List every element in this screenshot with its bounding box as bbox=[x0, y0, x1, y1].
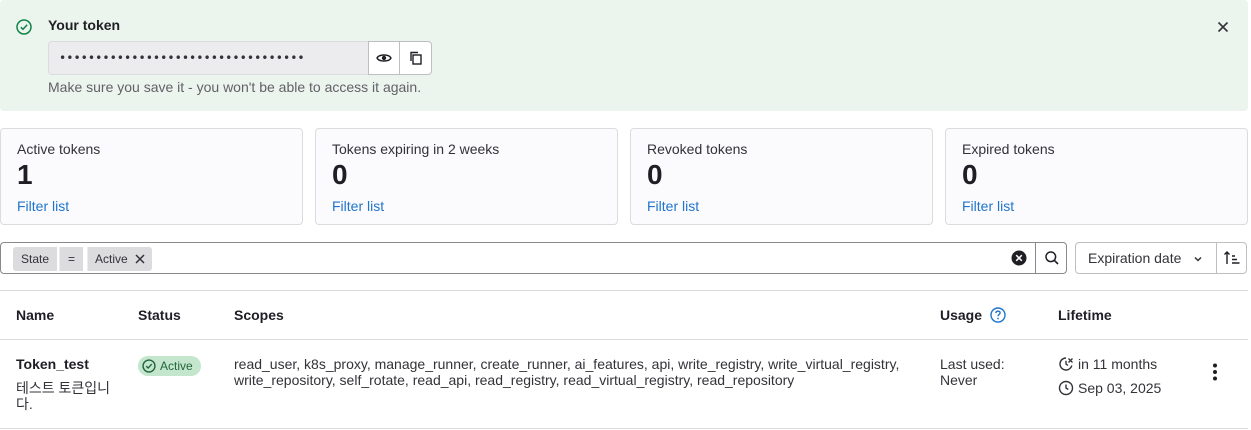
stat-value: 0 bbox=[647, 159, 663, 190]
stat-value: 1 bbox=[17, 159, 33, 190]
status-badge: Active bbox=[138, 356, 201, 376]
token-usage: Last used: Never bbox=[940, 356, 1005, 388]
expires-in-label: in 11 months bbox=[1078, 356, 1158, 372]
sort-direction-button[interactable] bbox=[1216, 242, 1247, 274]
table-top-divider bbox=[0, 290, 1248, 291]
stat-label: Tokens expiring in 2 weeks bbox=[332, 141, 500, 157]
token-description: 테스트 토큰입니다. bbox=[16, 380, 111, 412]
stat-label: Expired tokens bbox=[962, 141, 1055, 157]
stat-value: 0 bbox=[962, 159, 978, 190]
token-created-alert: Your token •••••••••••••••••••••••••••••… bbox=[0, 0, 1248, 111]
search-button[interactable] bbox=[1035, 242, 1068, 274]
clock-icon bbox=[1058, 380, 1074, 396]
sort-dropdown[interactable]: Expiration date bbox=[1075, 242, 1217, 274]
filter-token-field[interactable]: State bbox=[13, 247, 58, 271]
close-icon[interactable] bbox=[1215, 19, 1231, 35]
token-name: Token_test bbox=[16, 356, 89, 372]
usage-label: Last used: bbox=[940, 356, 1005, 372]
column-header-usage: Usage bbox=[940, 307, 1006, 323]
stat-card-expired: Expired tokens 0 Filter list bbox=[945, 128, 1248, 225]
stat-card-active: Active tokens 1 Filter list bbox=[0, 128, 303, 225]
filter-list-link[interactable]: Filter list bbox=[332, 198, 384, 214]
column-header-status: Status bbox=[138, 307, 181, 323]
token-value-field[interactable]: •••••••••••••••••••••••••••••••••• bbox=[48, 41, 368, 75]
filter-list-link[interactable]: Filter list bbox=[962, 198, 1014, 214]
expires-on-label: Sep 03, 2025 bbox=[1078, 380, 1162, 396]
copy-token-button[interactable] bbox=[400, 41, 432, 75]
chevron-down-icon bbox=[1194, 256, 1202, 262]
token-expires-in: in 11 months bbox=[1058, 356, 1157, 372]
stat-label: Active tokens bbox=[17, 141, 101, 157]
expire-timer-icon bbox=[1059, 357, 1073, 371]
check-circle-icon bbox=[142, 359, 156, 373]
eye-icon bbox=[376, 54, 392, 62]
token-scopes: read_user, k8s_proxy, manage_runner, cre… bbox=[234, 356, 900, 388]
stat-label: Revoked tokens bbox=[647, 141, 748, 157]
alert-title: Your token bbox=[48, 17, 121, 33]
stat-card-expiring: Tokens expiring in 2 weeks 0 Filter list bbox=[315, 128, 618, 225]
token-field-group: •••••••••••••••••••••••••••••••••• bbox=[48, 41, 432, 75]
column-header-name[interactable]: Name bbox=[16, 307, 54, 323]
stat-card-revoked: Revoked tokens 0 Filter list bbox=[630, 128, 933, 225]
column-header-lifetime: Lifetime bbox=[1058, 307, 1112, 323]
filter-token-value-label: Active bbox=[95, 252, 128, 266]
question-circle-icon[interactable] bbox=[990, 307, 1006, 323]
filter-list-link[interactable]: Filter list bbox=[17, 198, 69, 214]
usage-value: Never bbox=[940, 372, 978, 388]
sort-ascending-icon bbox=[1223, 251, 1239, 264]
stat-value: 0 bbox=[332, 159, 348, 190]
alert-note: Make sure you save it - you won't be abl… bbox=[48, 79, 422, 95]
clear-search-icon[interactable] bbox=[1011, 250, 1027, 266]
remove-token-icon[interactable] bbox=[134, 253, 146, 265]
status-badge-label: Active bbox=[160, 359, 193, 373]
filter-list-link[interactable]: Filter list bbox=[647, 198, 699, 214]
filtered-search-bar[interactable]: State = Active bbox=[0, 242, 1067, 274]
column-header-scopes: Scopes bbox=[234, 307, 284, 323]
sort-dropdown-label: Expiration date bbox=[1088, 250, 1182, 266]
copy-icon bbox=[409, 51, 422, 65]
filter-token-operator[interactable]: = bbox=[59, 247, 84, 271]
row-divider bbox=[0, 428, 1248, 429]
row-actions-button[interactable] bbox=[1206, 362, 1224, 382]
header-divider bbox=[0, 339, 1248, 340]
column-header-usage-label: Usage bbox=[940, 307, 983, 323]
search-icon bbox=[1045, 251, 1059, 265]
ellipsis-vertical-icon bbox=[1213, 363, 1217, 381]
token-expires-on: Sep 03, 2025 bbox=[1058, 380, 1161, 396]
check-circle-icon bbox=[16, 19, 32, 35]
filter-token-value[interactable]: Active bbox=[87, 247, 152, 271]
reveal-token-button[interactable] bbox=[368, 41, 400, 75]
